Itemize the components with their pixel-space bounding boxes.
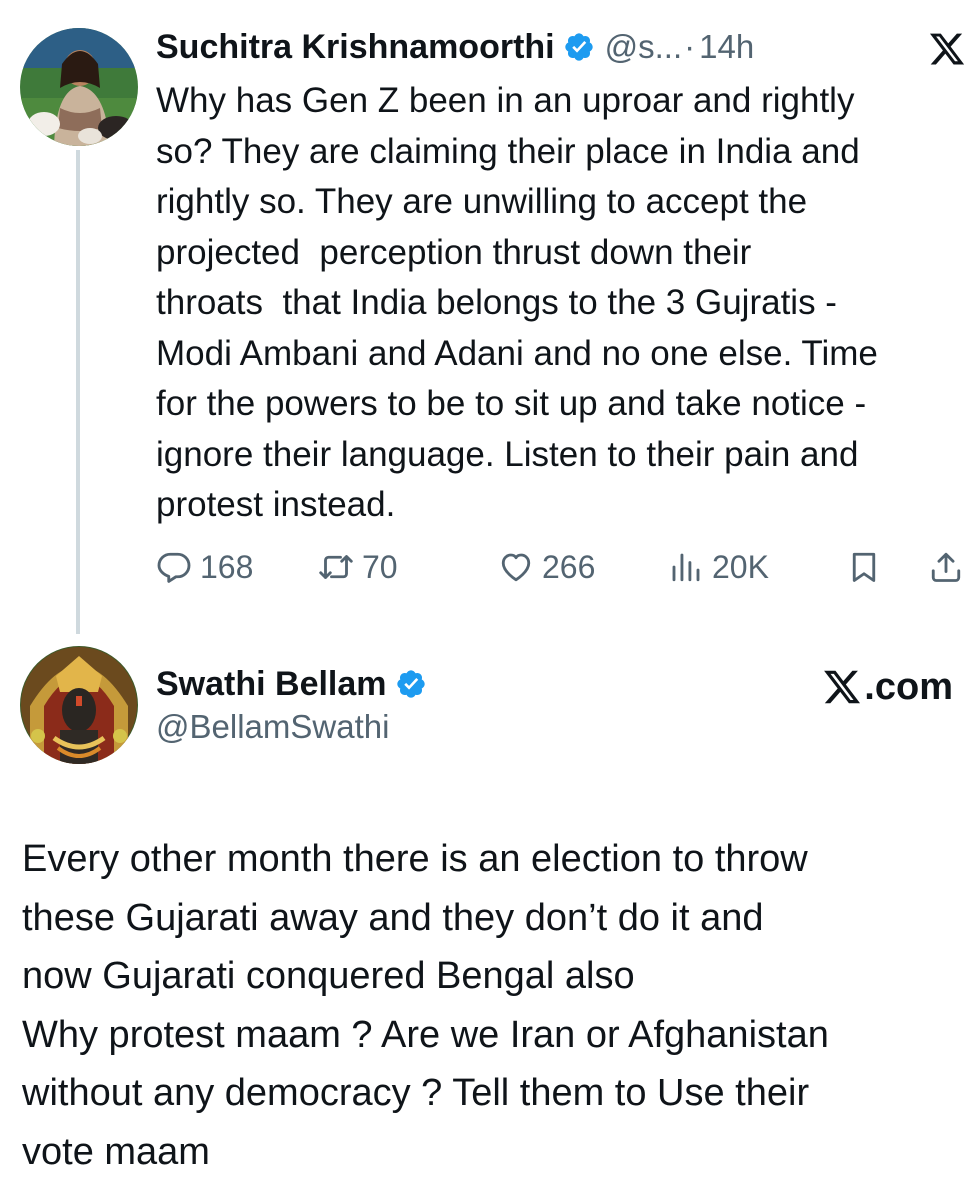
repost-icon: [318, 549, 354, 585]
reply-count: 168: [200, 548, 254, 585]
verified-badge-icon: [395, 668, 427, 700]
analytics-icon: [668, 549, 704, 585]
reply-icon: [156, 549, 192, 585]
x-com-source-label: .com: [822, 664, 953, 710]
like-count: 266: [542, 548, 596, 585]
separator: ·: [684, 28, 696, 65]
verified-badge-icon: [563, 31, 595, 63]
tweet-1-header: Suchitra Krishnamoorthi @s... · 14h: [156, 24, 754, 70]
avatar[interactable]: [20, 28, 138, 146]
thread-connector-line: [76, 150, 80, 634]
repost-button[interactable]: 70: [318, 542, 398, 592]
avatar[interactable]: [20, 646, 138, 764]
source-domain-text: .com: [864, 665, 953, 708]
share-icon: [928, 549, 964, 585]
author-name[interactable]: Suchitra Krishnamoorthi: [156, 28, 555, 67]
author-handle[interactable]: @s...: [605, 28, 683, 66]
views-button[interactable]: 20K: [668, 542, 769, 592]
repost-count: 70: [362, 548, 398, 585]
bookmark-button[interactable]: [846, 542, 882, 592]
share-button[interactable]: [928, 542, 964, 592]
timestamp[interactable]: 14h: [699, 28, 754, 66]
author-name[interactable]: Swathi Bellam: [156, 665, 387, 704]
bookmark-icon: [846, 549, 882, 585]
tweet-text: Every other month there is an election t…: [22, 838, 829, 1173]
like-button[interactable]: 266: [498, 542, 595, 592]
heart-icon: [498, 549, 534, 585]
tweet-text: Why has Gen Z been in an uproar and righ…: [156, 81, 878, 524]
views-count: 20K: [712, 548, 769, 585]
x-logo-icon: [928, 30, 966, 68]
tweet-actions-bar: 168 70 266 20K: [156, 542, 968, 592]
tweet-2-header: Swathi Bellam: [156, 660, 427, 708]
reply-button[interactable]: 168: [156, 542, 253, 592]
x-logo-icon: [822, 667, 864, 707]
author-handle[interactable]: @BellamSwathi: [156, 708, 389, 746]
